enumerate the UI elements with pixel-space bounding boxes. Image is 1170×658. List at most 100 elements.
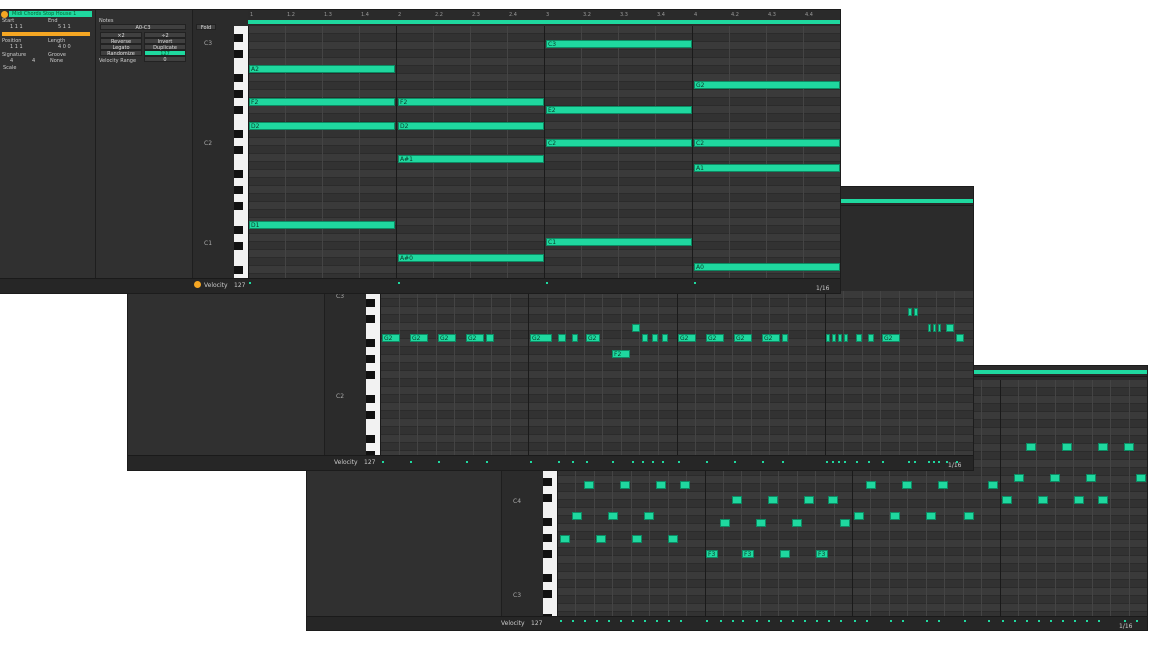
velocity-marker[interactable]	[706, 620, 708, 622]
midi-note[interactable]: G2	[678, 334, 696, 342]
velocity-marker[interactable]	[1062, 620, 1064, 622]
midi-note[interactable]: G2	[586, 334, 600, 342]
midi-note[interactable]	[656, 481, 666, 489]
velocity-marker[interactable]	[560, 620, 562, 622]
midi-note[interactable]: C2	[694, 139, 840, 147]
velocity-lane[interactable]: Velocity 127 1/16	[0, 278, 840, 293]
start-value[interactable]: 1 1 1	[10, 24, 23, 30]
loop-brace[interactable]	[972, 370, 1147, 374]
black-key[interactable]	[543, 574, 552, 582]
midi-note[interactable]: G2	[382, 334, 400, 342]
velocity-marker[interactable]	[1136, 620, 1138, 622]
midi-note[interactable]	[782, 334, 788, 342]
grid-value[interactable]: 1/16	[948, 462, 961, 469]
midi-note[interactable]	[1014, 474, 1024, 482]
black-key[interactable]	[234, 90, 243, 98]
velocity-marker[interactable]	[572, 620, 574, 622]
length-value[interactable]: 4 0 0	[58, 44, 71, 50]
midi-note[interactable]: C3	[546, 40, 692, 48]
midi-note[interactable]	[828, 496, 838, 504]
velocity-marker[interactable]	[938, 461, 940, 463]
velocity-marker[interactable]	[890, 620, 892, 622]
midi-note[interactable]	[844, 334, 848, 342]
velocity-marker[interactable]	[1086, 620, 1088, 622]
black-key[interactable]	[543, 590, 552, 598]
velocity-marker[interactable]	[868, 461, 870, 463]
midi-note[interactable]	[854, 512, 864, 520]
velocity-marker[interactable]	[933, 461, 935, 463]
midi-note[interactable]: G2	[530, 334, 552, 342]
midi-note[interactable]	[1086, 474, 1096, 482]
midi-note[interactable]	[756, 519, 766, 527]
black-key[interactable]	[366, 371, 375, 379]
midi-note[interactable]	[1098, 496, 1108, 504]
velocity-marker[interactable]	[734, 461, 736, 463]
midi-note[interactable]	[928, 324, 931, 332]
velocity-marker[interactable]	[756, 620, 758, 622]
velocity-marker[interactable]	[584, 620, 586, 622]
loop-brace[interactable]	[828, 199, 973, 203]
velocity-marker[interactable]	[792, 620, 794, 622]
fold-button[interactable]: Fold	[196, 24, 216, 31]
grid-value[interactable]: 1/16	[816, 285, 829, 292]
velocity-marker[interactable]	[680, 620, 682, 622]
velocity-marker[interactable]	[249, 282, 251, 284]
midi-note[interactable]	[584, 481, 594, 489]
velocity-marker[interactable]	[410, 461, 412, 463]
midi-note[interactable]	[988, 481, 998, 489]
position-value[interactable]: 1 1 1	[10, 44, 23, 50]
piano-keyboard[interactable]	[366, 291, 380, 459]
midi-note[interactable]	[832, 334, 836, 342]
midi-note[interactable]	[890, 512, 900, 520]
clip-activator-icon[interactable]	[1, 11, 8, 18]
velocity-marker[interactable]	[644, 620, 646, 622]
black-key[interactable]	[234, 146, 243, 154]
midi-note[interactable]: C2	[546, 139, 692, 147]
black-key[interactable]	[543, 534, 552, 542]
midi-note[interactable]: A#1	[398, 155, 544, 163]
midi-note[interactable]	[926, 512, 936, 520]
midi-note[interactable]	[780, 550, 790, 558]
velocity-marker[interactable]	[656, 620, 658, 622]
midi-note[interactable]	[946, 324, 954, 332]
groove-select[interactable]: None	[50, 58, 63, 64]
velocity-marker[interactable]	[596, 620, 598, 622]
velocity-marker[interactable]	[832, 461, 834, 463]
black-key[interactable]	[234, 266, 243, 274]
randomize-button[interactable]: Randomize	[100, 50, 142, 57]
midi-note[interactable]: A0	[694, 263, 840, 271]
midi-note[interactable]	[804, 496, 814, 504]
velocity-marker[interactable]	[956, 461, 958, 463]
midi-note[interactable]	[558, 334, 566, 342]
velocity-marker[interactable]	[854, 620, 856, 622]
black-key[interactable]	[543, 478, 552, 486]
midi-note[interactable]	[938, 481, 948, 489]
velocity-marker[interactable]	[382, 461, 384, 463]
midi-note[interactable]	[644, 512, 654, 520]
midi-note[interactable]: A2	[249, 65, 395, 73]
midi-note[interactable]: F3	[816, 550, 828, 558]
black-key[interactable]	[234, 130, 243, 138]
midi-note[interactable]	[620, 481, 630, 489]
midi-note[interactable]	[964, 512, 974, 520]
velocity-marker[interactable]	[964, 620, 966, 622]
velocity-marker[interactable]	[720, 620, 722, 622]
velocity-marker[interactable]	[742, 620, 744, 622]
velocity-marker[interactable]	[612, 461, 614, 463]
midi-note[interactable]	[856, 334, 862, 342]
velocity-marker[interactable]	[530, 461, 532, 463]
velocity-lane[interactable]: Velocity 127 1/16	[307, 616, 1147, 630]
midi-note[interactable]	[1098, 443, 1108, 451]
velocity-marker[interactable]	[668, 620, 670, 622]
midi-note[interactable]	[1038, 496, 1048, 504]
velocity-marker[interactable]	[586, 461, 588, 463]
midi-note[interactable]	[652, 334, 658, 342]
velocity-marker[interactable]	[762, 461, 764, 463]
midi-note[interactable]: F2	[612, 350, 630, 358]
midi-note[interactable]	[596, 535, 606, 543]
velocity-lane[interactable]: Velocity 127 1/16	[128, 455, 973, 470]
velocity-marker[interactable]	[882, 461, 884, 463]
velocity-marker[interactable]	[866, 620, 868, 622]
black-key[interactable]	[234, 170, 243, 178]
velocity-range-value[interactable]: 0	[144, 56, 186, 63]
